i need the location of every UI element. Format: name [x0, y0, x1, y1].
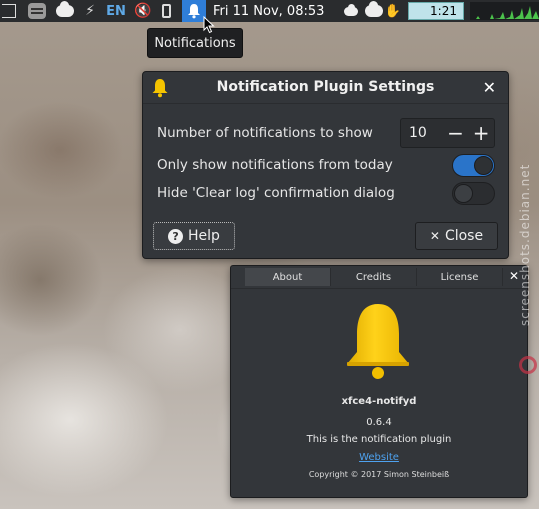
- power-plug-icon[interactable]: ⚡: [80, 0, 100, 22]
- cpu-graph[interactable]: [470, 2, 539, 20]
- notifications-tooltip: Notifications: [147, 28, 243, 58]
- today-only-toggle[interactable]: [452, 154, 495, 177]
- dialog-close-icon[interactable]: ✕: [483, 78, 496, 97]
- battery-icon[interactable]: [158, 0, 174, 22]
- watermark-text: screenshots.debian.net: [518, 163, 532, 327]
- weather-icon[interactable]: [55, 0, 75, 22]
- about-tabs: About Credits License: [245, 268, 503, 286]
- notification-count-spinner[interactable]: 10 − +: [400, 118, 495, 148]
- notification-count-label: Number of notifications to show: [157, 125, 373, 141]
- tab-license[interactable]: License: [417, 268, 503, 286]
- hide-clear-log-toggle[interactable]: [452, 182, 495, 205]
- dialog-header: Notification Plugin Settings ✕: [143, 72, 508, 104]
- dialog-title: Notification Plugin Settings: [216, 79, 435, 95]
- timer-display[interactable]: 1:21: [408, 2, 464, 20]
- close-button-label: Close: [444, 228, 484, 244]
- copyright-text: Copyright © 2017 Simon Steinbeiß: [308, 470, 450, 479]
- help-button-label: Help: [188, 228, 220, 244]
- toggle-knob: [474, 156, 493, 175]
- increment-button[interactable]: +: [468, 119, 494, 147]
- close-icon: ✕: [429, 229, 440, 243]
- hide-clear-log-label: Hide 'Clear log' confirmation dialog: [157, 185, 395, 201]
- watermark-logo-icon: [519, 356, 537, 374]
- help-button[interactable]: ? Help: [153, 222, 235, 250]
- mouse-cursor-icon: [203, 16, 215, 34]
- notification-count-value[interactable]: 10: [401, 125, 443, 141]
- help-icon: ?: [168, 228, 184, 244]
- notification-settings-dialog: Notification Plugin Settings ✕ Number of…: [142, 71, 509, 259]
- tab-credits[interactable]: Credits: [331, 268, 417, 286]
- workspace-switcher-icon[interactable]: [26, 0, 48, 22]
- app-version: 0.6.4: [366, 417, 392, 428]
- about-dialog: About Credits License ✕ xfce4-notifyd 0.…: [230, 265, 528, 498]
- tab-about[interactable]: About: [245, 268, 331, 286]
- hand-icon[interactable]: ✋: [384, 0, 402, 22]
- panel-edge-icon: [0, 0, 18, 22]
- keyboard-layout-indicator[interactable]: EN: [104, 0, 128, 22]
- app-name: xfce4-notifyd: [341, 396, 417, 407]
- today-only-label: Only show notifications from today: [157, 157, 393, 173]
- volume-muted-icon[interactable]: 🔇: [133, 0, 153, 22]
- app-description: This is the notification plugin: [306, 434, 452, 445]
- toggle-knob: [454, 184, 473, 203]
- small-cloud-icon[interactable]: [343, 0, 359, 22]
- app-bell-icon: [347, 304, 409, 379]
- panel-clock[interactable]: Fri 11 Nov, 08:53: [213, 0, 335, 22]
- divider: [231, 288, 527, 289]
- decrement-button[interactable]: −: [443, 119, 469, 147]
- top-panel: ⚡ EN 🔇 Fri 11 Nov, 08:53 ✋ 1:21: [0, 0, 539, 22]
- close-button[interactable]: ✕ Close: [415, 222, 498, 250]
- website-link[interactable]: Website: [231, 452, 527, 463]
- weather-cloud-icon[interactable]: [364, 0, 384, 22]
